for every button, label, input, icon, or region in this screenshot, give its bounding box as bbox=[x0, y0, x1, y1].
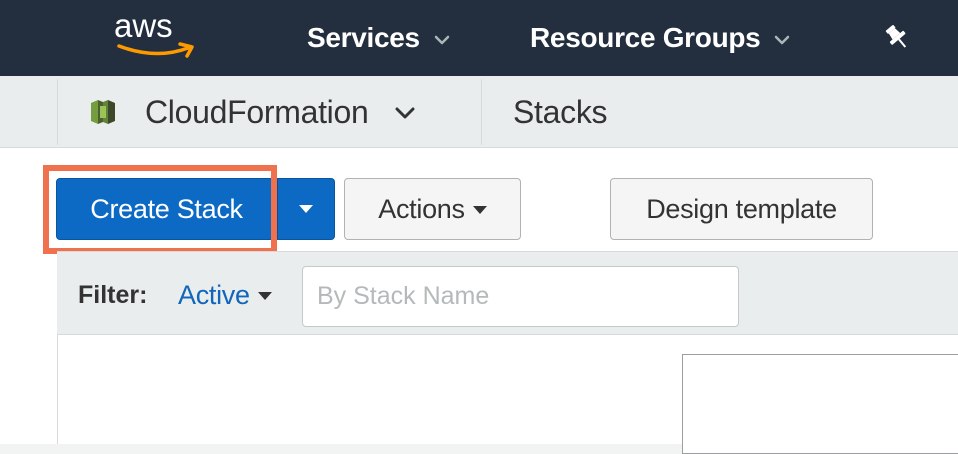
actions-label: Actions bbox=[378, 193, 465, 224]
filter-label: Filter: bbox=[78, 281, 148, 309]
caret-down-icon bbox=[257, 292, 272, 300]
services-menu[interactable]: Services bbox=[307, 20, 450, 56]
service-switcher[interactable]: CloudFormation bbox=[88, 90, 415, 134]
aws-smile-icon bbox=[117, 42, 194, 58]
filter-status-dropdown[interactable]: Active bbox=[178, 280, 272, 310]
create-stack-button[interactable]: Create Stack bbox=[56, 178, 277, 240]
chevron-down-icon bbox=[434, 35, 450, 44]
service-name: CloudFormation bbox=[145, 93, 369, 130]
chevron-down-icon bbox=[395, 107, 415, 119]
pin-icon[interactable] bbox=[882, 22, 912, 52]
services-label: Services bbox=[307, 22, 420, 53]
create-stack-dropdown-button[interactable] bbox=[277, 178, 335, 240]
service-bar-divider bbox=[57, 79, 58, 145]
caret-down-icon bbox=[472, 206, 487, 214]
filter-status-value: Active bbox=[178, 280, 250, 310]
design-template-button[interactable]: Design template bbox=[610, 178, 873, 240]
caret-down-icon bbox=[299, 205, 313, 213]
aws-logo-text: aws bbox=[114, 7, 173, 44]
create-stack-label: Create Stack bbox=[90, 193, 243, 224]
breadcrumb-stacks[interactable]: Stacks bbox=[513, 92, 608, 132]
chevron-down-icon bbox=[775, 35, 790, 44]
content-left-border bbox=[57, 335, 58, 444]
service-bar-divider bbox=[481, 79, 482, 145]
resource-groups-menu[interactable]: Resource Groups bbox=[530, 20, 790, 56]
design-template-label: Design template bbox=[646, 193, 837, 224]
stacks-table-frame bbox=[682, 354, 958, 454]
resource-groups-label: Resource Groups bbox=[530, 22, 761, 53]
aws-logo[interactable]: aws bbox=[114, 8, 202, 64]
cloudformation-icon bbox=[91, 100, 115, 124]
service-bar: CloudFormation Stacks bbox=[0, 76, 958, 148]
top-navigation-bar: aws Services Resource Groups bbox=[0, 0, 958, 76]
actions-button[interactable]: Actions bbox=[344, 178, 521, 240]
stack-name-search-input[interactable] bbox=[302, 266, 739, 327]
